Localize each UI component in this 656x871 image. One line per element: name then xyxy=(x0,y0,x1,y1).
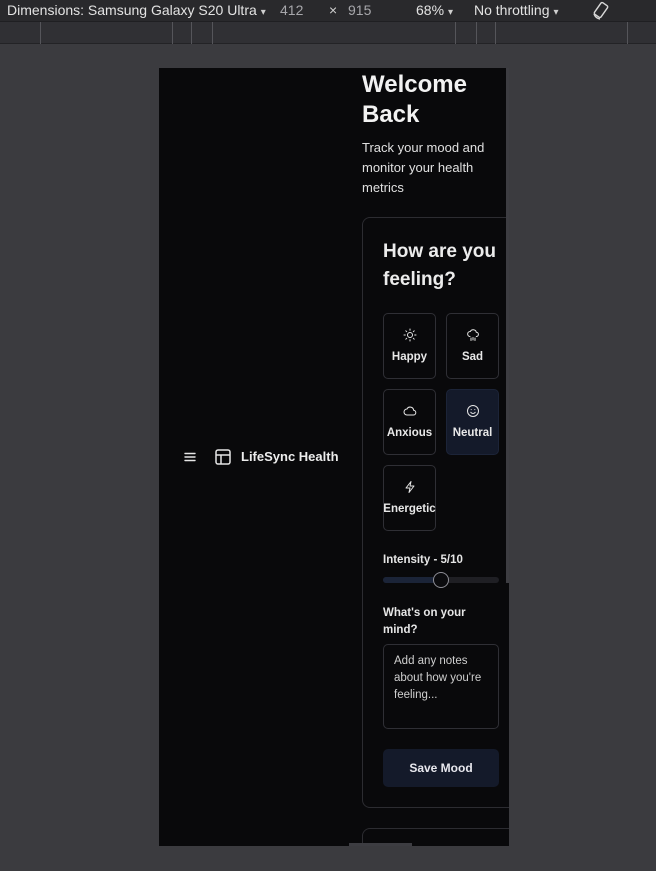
device-viewport: LifeSync Health Welcome Back Track your … xyxy=(159,68,509,846)
horizontal-scrollbar[interactable] xyxy=(349,843,412,846)
page-title: Welcome Back xyxy=(362,71,467,128)
page-subtitle: Track your mood and monitor your health … xyxy=(362,140,485,195)
times-symbol: × xyxy=(329,2,338,18)
throttling-label: No throttling xyxy=(474,2,550,18)
mood-label: Sad xyxy=(461,351,484,363)
notes-textarea[interactable] xyxy=(383,644,499,729)
cloud-rain-icon xyxy=(466,329,479,341)
viewport-height-input[interactable]: 915 xyxy=(348,2,371,18)
viewport-width-input[interactable]: 412 xyxy=(280,2,303,18)
mood-label: Anxious xyxy=(386,427,433,439)
slider-thumb[interactable] xyxy=(433,572,449,588)
ruler-tick xyxy=(191,22,192,44)
ruler-tick xyxy=(627,22,628,44)
chevron-down-icon: ▾ xyxy=(553,7,559,18)
throttling-select[interactable]: No throttling ▾ xyxy=(474,2,559,18)
ruler-tick xyxy=(476,22,477,44)
mood-option-happy[interactable]: Happy xyxy=(383,313,436,379)
ruler-tick xyxy=(212,22,213,44)
chevron-down-icon: ▾ xyxy=(260,7,266,18)
main-content: Welcome Back Track your mood and monitor… xyxy=(362,68,509,846)
app-header: LifeSync Health xyxy=(159,68,359,846)
mood-card-title: How are you feeling? xyxy=(383,241,496,290)
devtools-toolbar: Dimensions: Samsung Galaxy S20 Ultra ▾ 41… xyxy=(0,0,656,22)
notes-label: What's on your mind? xyxy=(383,607,466,636)
smile-icon xyxy=(466,405,479,417)
rotate-icon[interactable] xyxy=(590,0,612,22)
cloud-icon xyxy=(403,406,416,416)
media-query-ruler xyxy=(0,22,656,44)
vertical-scrollbar[interactable] xyxy=(506,68,509,583)
mood-option-neutral[interactable]: Neutral xyxy=(446,389,499,455)
ruler-tick xyxy=(495,22,496,44)
mood-label: Happy xyxy=(391,351,428,363)
mood-option-anxious[interactable]: Anxious xyxy=(383,389,436,455)
ruler-tick xyxy=(172,22,173,44)
ruler-tick xyxy=(455,22,456,44)
zoom-select[interactable]: 68% ▾ xyxy=(416,2,453,18)
layout-panel-icon xyxy=(215,449,231,465)
mood-option-sad[interactable]: Sad xyxy=(446,313,499,379)
mood-tracker-card: How are you feeling? Happy Sad Anxious N… xyxy=(362,217,509,808)
chevron-down-icon: ▾ xyxy=(448,7,454,18)
brand-name[interactable]: LifeSync Health xyxy=(241,449,339,464)
mood-label: Neutral xyxy=(452,427,493,439)
intensity-slider[interactable] xyxy=(383,572,499,588)
mood-option-energetic[interactable]: Energetic xyxy=(383,465,436,531)
device-dimensions-select[interactable]: Dimensions: Samsung Galaxy S20 Ultra ▾ xyxy=(7,2,266,18)
menu-icon[interactable] xyxy=(183,450,197,464)
ruler-tick xyxy=(40,22,41,44)
zoom-label: 68% xyxy=(416,2,445,18)
intensity-label: Intensity - 5/10 xyxy=(383,554,463,566)
save-mood-button[interactable]: Save Mood xyxy=(383,749,499,787)
zap-icon xyxy=(405,481,414,493)
sun-icon xyxy=(403,328,416,342)
mood-label: Energetic xyxy=(383,503,436,515)
device-dimensions-label: Dimensions: Samsung Galaxy S20 Ultra xyxy=(7,2,257,18)
